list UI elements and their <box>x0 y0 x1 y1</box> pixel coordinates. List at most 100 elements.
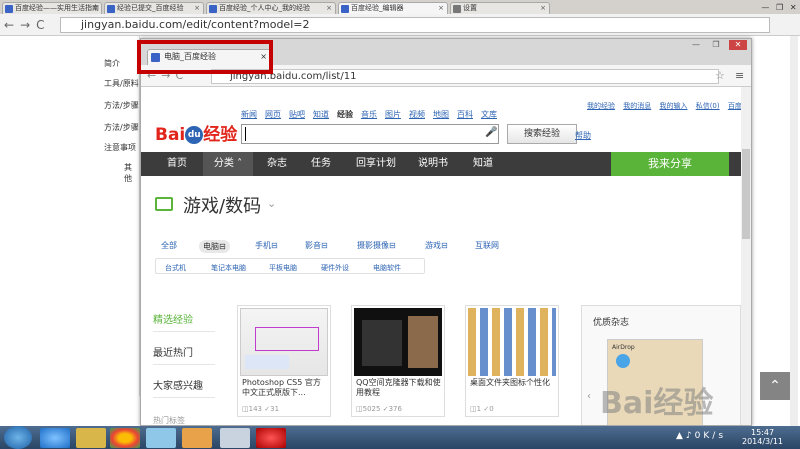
link-map[interactable]: 地图 <box>433 109 449 120</box>
subcat2-desktop[interactable]: 台式机 <box>165 263 186 273</box>
link-web[interactable]: 网页 <box>265 109 281 120</box>
link-video[interactable]: 视频 <box>409 109 425 120</box>
link-images[interactable]: 图片 <box>385 109 401 120</box>
article-card-3[interactable]: 桌面文件夹图标个性化 ◫1 ✓0 <box>465 305 559 417</box>
nav-reward-plan[interactable]: 回享计划 <box>347 152 405 176</box>
outer-url-field[interactable]: jingyan.baidu.com/edit/content?model=2 <box>60 17 770 33</box>
outer-tab-5[interactable]: 设置 × <box>450 2 550 14</box>
search-input[interactable] <box>241 124 499 144</box>
microphone-icon[interactable]: 🎤 <box>485 127 497 138</box>
subcat-photo[interactable]: 摄影摄像⊟ <box>357 240 396 251</box>
app-icon[interactable] <box>256 428 286 448</box>
sidebar-item[interactable]: 工具/原料 <box>104 78 139 89</box>
nav-category[interactable]: 分类 ˄ <box>203 152 253 176</box>
start-button[interactable] <box>4 426 32 449</box>
notepad-icon[interactable] <box>146 428 176 448</box>
maximize-icon[interactable]: ❐ <box>776 3 783 12</box>
back-icon[interactable]: ← <box>4 18 20 32</box>
link-my-messages[interactable]: 我的消息 <box>623 102 651 110</box>
folder-icon[interactable] <box>76 428 106 448</box>
nav-home[interactable]: 首页 <box>155 152 199 176</box>
subcat2-hardware[interactable]: 硬件外设 <box>321 263 349 273</box>
subcat-media[interactable]: 影音⊟ <box>305 240 328 251</box>
ie-icon[interactable] <box>40 428 70 448</box>
maximize-icon[interactable]: ❐ <box>709 40 723 50</box>
outer-nav-buttons[interactable]: ←→C <box>4 18 51 32</box>
scrollbar[interactable] <box>790 36 798 426</box>
sidebar-item[interactable]: 方法/步骤 <box>104 100 139 111</box>
sidebar-item[interactable]: 方法/步骤 <box>104 122 139 133</box>
nav-magazine[interactable]: 杂志 <box>257 152 297 176</box>
paint-icon[interactable] <box>220 428 250 448</box>
side-tab-featured[interactable]: 精选经验 <box>153 311 193 326</box>
close-icon[interactable]: × <box>194 3 200 14</box>
subcat-games[interactable]: 游戏⊟ <box>425 240 448 251</box>
sidebar-item[interactable]: 简介 <box>104 58 120 69</box>
side-tab-hot[interactable]: 最近热门 <box>153 344 193 359</box>
link-zhidao[interactable]: 知道 <box>313 109 329 120</box>
outer-tab-1[interactable]: 百度经验——实用生活指南 × <box>2 2 102 14</box>
baidu-jingyan-logo[interactable]: Bai du 经验 <box>155 120 237 145</box>
subcat2-tablet[interactable]: 平板电脑 <box>269 263 297 273</box>
close-icon[interactable]: ✕ <box>729 40 747 50</box>
link-music[interactable]: 音乐 <box>361 109 377 120</box>
article-card-2[interactable]: QQ空间克隆器下载和使用教程 ◫5025 ✓376 <box>351 305 445 417</box>
back-to-top-button[interactable]: ⌃ <box>760 372 790 400</box>
link-my-jingyan[interactable]: 我的经验 <box>587 102 615 110</box>
chrome-icon[interactable] <box>110 428 140 448</box>
outer-tab-4[interactable]: 百度经验_编辑器 × <box>338 2 448 14</box>
close-icon[interactable]: × <box>540 3 546 14</box>
link-private-message[interactable]: 私信(0) <box>696 102 720 110</box>
chevron-down-icon[interactable]: ⌄ <box>267 197 276 210</box>
sidebar-item[interactable]: 注意事项 <box>104 142 136 153</box>
chevron-up-icon: ˄ <box>237 158 243 169</box>
link-wenku[interactable]: 文库 <box>481 109 497 120</box>
inner-url-field[interactable]: jingyan.baidu.com/list/11 <box>211 69 719 84</box>
bookmark-star-icon[interactable]: ☆ <box>715 69 725 82</box>
side-tab-interest[interactable]: 大家感兴趣 <box>153 377 203 392</box>
minimize-icon[interactable]: — <box>761 3 769 12</box>
subcat-internet[interactable]: 互联网 <box>475 240 499 251</box>
subcat-phone[interactable]: 手机⊟ <box>255 240 278 251</box>
editor-sidebar: 简介 工具/原料 方法/步骤 方法/步骤 注意事项 其他 <box>100 36 140 396</box>
side-tab-tags[interactable]: 热门标签 <box>153 415 185 425</box>
outer-tab-3[interactable]: 百度经验_个人中心_我的经验 × <box>206 2 336 14</box>
baidu-favicon-icon <box>209 5 217 13</box>
subcat-computer[interactable]: 电脑⊟ <box>199 240 230 253</box>
subcat2-software[interactable]: 电脑软件 <box>373 263 401 273</box>
link-tieba[interactable]: 贴吧 <box>289 109 305 120</box>
help-link[interactable]: 帮助 <box>575 130 591 141</box>
scrollbar-thumb[interactable] <box>742 149 750 239</box>
nav-zhidao[interactable]: 知道 <box>463 152 503 176</box>
close-icon[interactable]: × <box>438 3 444 14</box>
volume-icon[interactable]: ♪ <box>686 431 695 441</box>
share-button[interactable]: 我来分享 <box>611 152 729 176</box>
clock[interactable]: 15:47 2014/3/11 <box>742 428 783 446</box>
link-my-input[interactable]: 我的输入 <box>659 102 687 110</box>
users-icon[interactable] <box>182 428 212 448</box>
inner-scrollbar[interactable] <box>741 87 751 425</box>
reload-icon[interactable]: C <box>36 18 50 32</box>
nav-tasks[interactable]: 任务 <box>301 152 341 176</box>
forward-icon[interactable]: → <box>20 18 36 32</box>
inner-browser-window: 电脑_百度经验 × — ❐ ✕ ←→C jingyan.baidu.com/list/… <box>140 38 752 426</box>
search-button[interactable]: 搜索经验 <box>507 124 577 144</box>
chevron-left-icon[interactable]: ‹ <box>587 391 591 402</box>
nav-manual[interactable]: 说明书 <box>411 152 455 176</box>
subcat2-laptop[interactable]: 笔记本电脑 <box>211 263 246 273</box>
editor-right-area <box>745 36 800 426</box>
network-icon[interactable]: ▲ <box>676 431 686 441</box>
menu-icon[interactable]: ≡ <box>735 69 744 82</box>
close-icon[interactable]: × <box>326 3 332 14</box>
close-icon[interactable]: × <box>92 3 98 14</box>
link-baike[interactable]: 百科 <box>457 109 473 120</box>
close-icon[interactable]: ✕ <box>790 3 797 12</box>
system-tray[interactable]: ▲♪0K/s <box>676 431 726 441</box>
subcat-all[interactable]: 全部 <box>161 240 177 251</box>
sidebar-item[interactable]: 其他 <box>124 162 139 184</box>
minimize-icon[interactable]: — <box>689 40 703 50</box>
baidu-favicon-icon <box>341 5 349 13</box>
article-card-1[interactable]: Photoshop CS5 官方中文正式原版下... ◫143 ✓31 <box>237 305 331 417</box>
link-news[interactable]: 新闻 <box>241 109 257 120</box>
outer-tab-2[interactable]: 经验已提交_百度经验 × <box>104 2 204 14</box>
